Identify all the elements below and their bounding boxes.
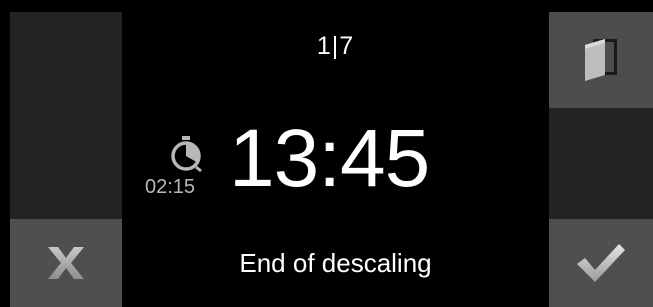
left-empty-panel	[10, 12, 122, 219]
checkmark-icon	[577, 244, 625, 282]
cancel-button[interactable]	[10, 219, 122, 307]
page-indicator: 1|7	[316, 32, 355, 60]
right-panel	[549, 12, 653, 307]
door-button[interactable]	[549, 12, 653, 108]
close-icon	[48, 247, 84, 279]
right-empty-panel	[549, 108, 653, 219]
appliance-display: 1|7 02:15 13:45 End of descaling	[0, 0, 653, 307]
timer-remaining: 02:15	[145, 176, 196, 198]
left-panel	[10, 12, 122, 307]
stopwatch-icon	[171, 136, 202, 173]
door-icon	[585, 39, 617, 81]
timer-block: 02:15	[140, 135, 220, 205]
status-message: End of descaling	[239, 248, 432, 278]
clock-time: 13:45	[229, 113, 430, 204]
confirm-button[interactable]	[549, 219, 653, 307]
